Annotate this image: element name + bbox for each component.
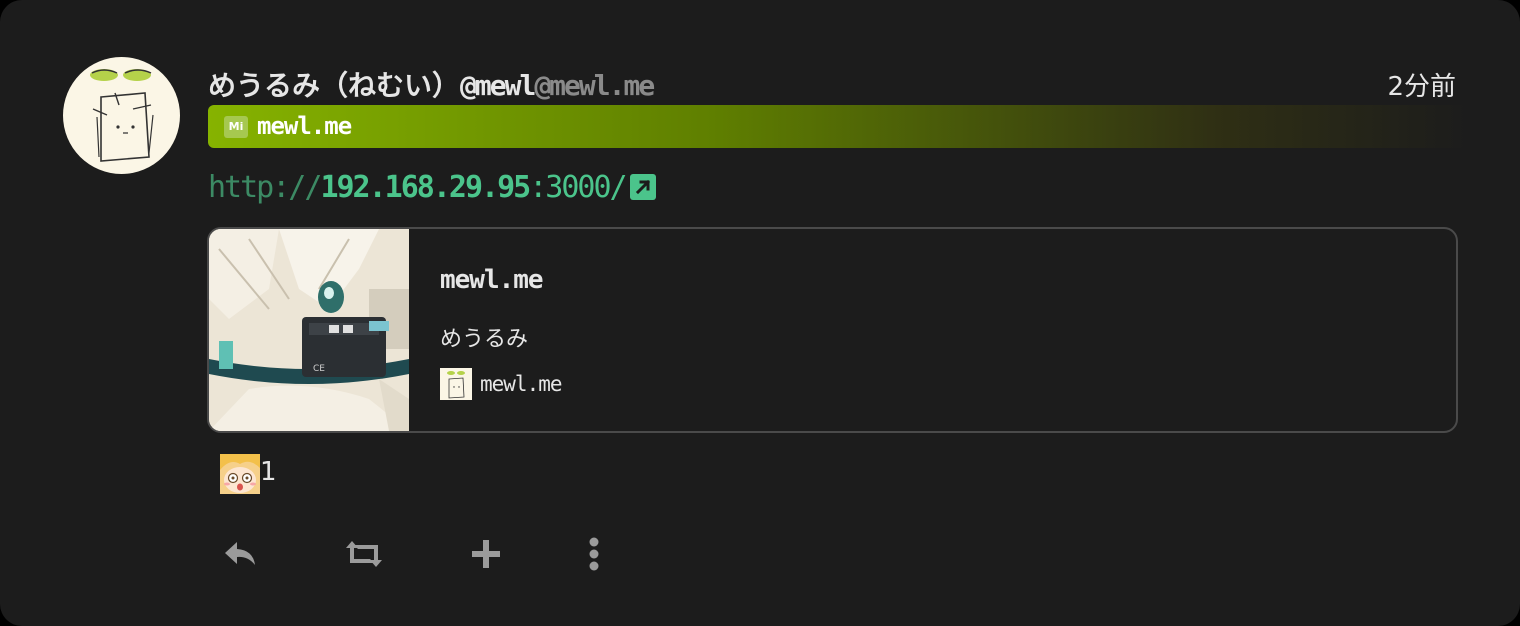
add-reaction-button[interactable]: [464, 532, 508, 576]
avatar[interactable]: [63, 57, 180, 174]
timestamp[interactable]: 2分前: [1387, 66, 1456, 103]
instance-ticker: Mi mewl.me: [208, 105, 1470, 148]
surprised-girl-emoji-icon: [220, 454, 260, 494]
more-button[interactable]: [572, 532, 616, 576]
reply-icon: [225, 542, 255, 565]
external-link-icon[interactable]: [629, 174, 656, 200]
url-link[interactable]: http://192.168.29.95:3000/: [208, 170, 656, 205]
preview-site-icon: [440, 368, 472, 400]
renote-button[interactable]: [342, 532, 386, 576]
url-path[interactable]: :3000/: [529, 170, 627, 205]
url-preview-card[interactable]: CE mewl.me めうるみ mewl.me: [207, 227, 1458, 433]
url-host[interactable]: 192.168.29.95: [320, 170, 531, 205]
instance-icon: Mi: [224, 116, 248, 138]
user-display-name[interactable]: めうるみ（ねむい）@mewl@mewl.me: [208, 64, 655, 104]
reaction-count: 1: [260, 457, 277, 487]
svg-text:CE: CE: [313, 364, 325, 374]
username[interactable]: @mewl: [460, 69, 536, 102]
reply-button[interactable]: [218, 532, 262, 576]
preview-title: mewl.me: [440, 265, 544, 295]
add-reaction-icon: [472, 540, 500, 568]
renote-icon: [346, 541, 382, 567]
display-name-text[interactable]: めうるみ（ねむい）: [208, 69, 460, 102]
user-host[interactable]: @mewl.me: [534, 69, 655, 102]
note-card: めうるみ（ねむい）@mewl@mewl.me 2分前 Mi mewl.me ht…: [0, 0, 1520, 626]
note-header: めうるみ（ねむい）@mewl@mewl.me 2分前: [208, 62, 1458, 102]
avatar-image: [90, 69, 154, 162]
preview-description: めうるみ: [440, 327, 529, 352]
instance-name: mewl.me: [257, 112, 352, 140]
preview-thumbnail: CE: [209, 229, 409, 431]
preview-site-name: mewl.me: [480, 372, 563, 396]
more-icon: [589, 537, 599, 571]
url-scheme[interactable]: http://: [208, 170, 322, 205]
